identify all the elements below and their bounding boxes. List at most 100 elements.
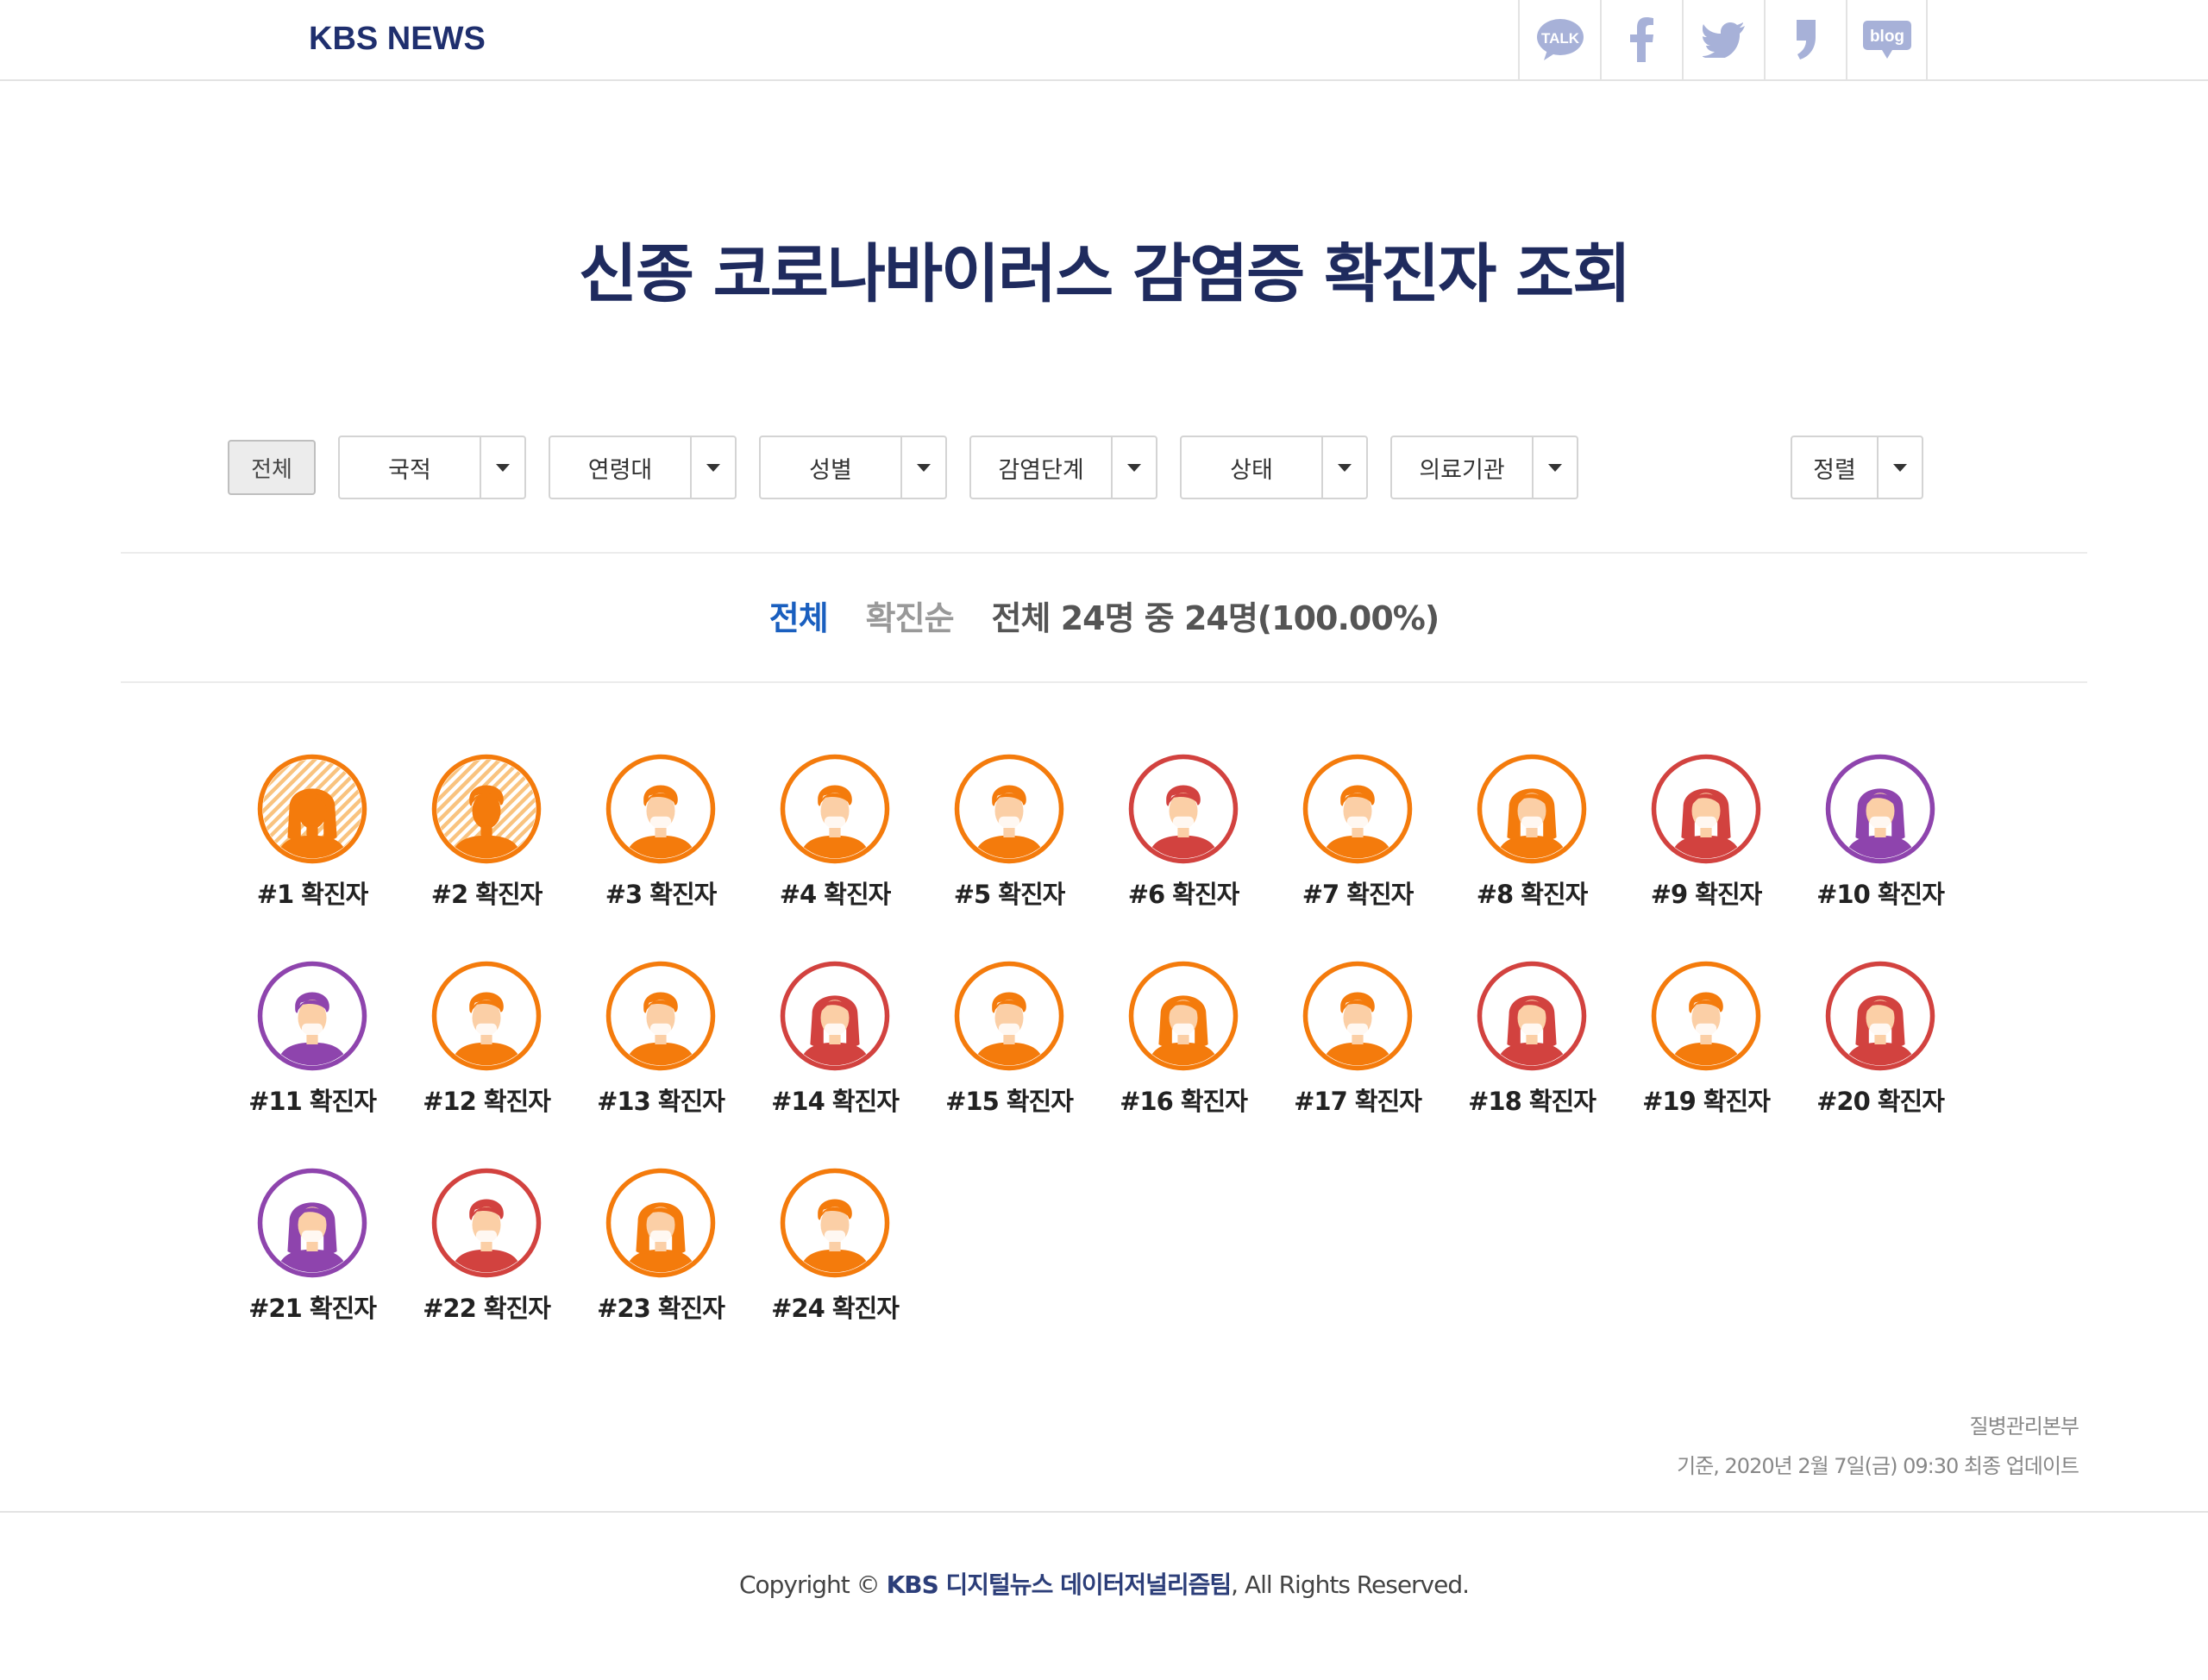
divider: [121, 552, 2087, 554]
patient-avatar-icon: [1825, 754, 1935, 864]
patient-card[interactable]: #9 확진자: [1620, 752, 1792, 911]
patient-label: #11 확진자: [248, 1087, 377, 1116]
age-group-dropdown[interactable]: 연령대: [549, 436, 737, 499]
sort-dropdown[interactable]: 정렬: [1791, 436, 1923, 499]
patient-avatar-icon: [257, 1168, 367, 1278]
caret-down-icon: [1548, 463, 1562, 472]
copyright: Copyright © KBS 디지털뉴스 데이터저널리즘팀, All Righ…: [0, 1566, 2208, 1601]
blog-icon: blog: [1862, 21, 1911, 59]
twitter-icon: [1702, 22, 1745, 58]
status-dropdown[interactable]: 상태: [1180, 436, 1368, 499]
patient-label: #19 확진자: [1642, 1087, 1771, 1116]
patient-card[interactable]: #2 확진자: [400, 752, 573, 911]
patient-label: #23 확진자: [597, 1294, 725, 1323]
patient-card[interactable]: #17 확진자: [1271, 959, 1444, 1118]
hospital-dropdown[interactable]: 의료기관: [1390, 436, 1578, 499]
filter-bar: 전체 국적 연령대 성별 감염단계 상태 의료기관 정렬: [0, 433, 2208, 502]
gender-dropdown[interactable]: 성별: [759, 436, 947, 499]
patient-card[interactable]: #12 확진자: [400, 959, 573, 1118]
patient-avatar-icon: [1651, 961, 1761, 1071]
caret-down-icon: [917, 463, 931, 472]
dropdown-toggle[interactable]: [1532, 437, 1577, 498]
patient-card[interactable]: #18 확진자: [1446, 959, 1618, 1118]
patient-card[interactable]: #8 확진자: [1446, 752, 1618, 911]
patient-avatar-icon: [431, 961, 542, 1071]
facebook-icon: [1629, 17, 1653, 62]
result-summary: 전체 확진순 전체 24명 중 24명(100.00%): [0, 592, 2208, 639]
footer-divider: [0, 1511, 2208, 1513]
facebook-share-button[interactable]: [1600, 0, 1682, 79]
patient-card[interactable]: #15 확진자: [923, 959, 1095, 1118]
data-source[interactable]: 질병관리본부: [1970, 1409, 2079, 1439]
kbs-news-logo[interactable]: KBS NEWS: [309, 21, 486, 58]
dropdown-toggle[interactable]: [690, 437, 735, 498]
patient-card[interactable]: #14 확진자: [749, 959, 921, 1118]
order-label[interactable]: 확진순: [866, 599, 955, 637]
patient-avatar-icon: [954, 754, 1064, 864]
dropdown-label: 연령대: [587, 456, 653, 484]
kakaostory-icon: [1796, 20, 1816, 60]
patient-avatar-icon: [780, 1168, 890, 1278]
patient-card[interactable]: #3 확진자: [574, 752, 747, 911]
patient-card[interactable]: #4 확진자: [749, 752, 921, 911]
infection-stage-dropdown[interactable]: 감염단계: [969, 436, 1157, 499]
patient-card[interactable]: #19 확진자: [1620, 959, 1792, 1118]
page-title: 신종 코로나바이러스 감염증 확진자 조회: [578, 237, 1631, 311]
patient-card[interactable]: #22 확진자: [400, 1166, 573, 1325]
patient-avatar-icon: [605, 1168, 716, 1278]
patient-avatar-icon: [605, 961, 716, 1071]
patient-label: #20 확진자: [1816, 1087, 1945, 1116]
patient-avatar-icon: [1128, 754, 1239, 864]
patient-card[interactable]: #10 확진자: [1794, 752, 1966, 911]
nationality-dropdown[interactable]: 국적: [338, 436, 526, 499]
twitter-share-button[interactable]: [1682, 0, 1764, 79]
caret-down-icon: [1338, 463, 1352, 472]
patient-label: #17 확진자: [1294, 1087, 1422, 1116]
dropdown-label: 상태: [1230, 456, 1273, 484]
update-time: 기준, 2020년 2월 7일(금) 09:30 최종 업데이트: [1677, 1454, 2079, 1478]
patient-card[interactable]: #7 확진자: [1271, 752, 1444, 911]
patient-card[interactable]: #13 확진자: [574, 959, 747, 1118]
patient-card[interactable]: #1 확진자: [226, 752, 398, 911]
patient-label: #22 확진자: [423, 1294, 551, 1323]
patient-avatar-icon: [1302, 961, 1413, 1071]
patient-card[interactable]: #6 확진자: [1097, 752, 1270, 911]
dropdown-toggle[interactable]: [1111, 437, 1156, 498]
patient-label: #2 확진자: [430, 880, 543, 909]
patient-label: #14 확진자: [771, 1087, 900, 1116]
count-text: 전체 24명 중 24명(100.00%): [991, 599, 1440, 637]
caret-down-icon: [1127, 463, 1141, 472]
blog-share-button[interactable]: blog: [1846, 0, 1928, 79]
patient-avatar-icon: [1651, 754, 1761, 864]
patient-card[interactable]: #5 확진자: [923, 752, 1095, 911]
patient-label: #1 확진자: [256, 880, 369, 909]
svg-text:TALK: TALK: [1540, 30, 1579, 47]
kakaotalk-icon: TALK: [1536, 19, 1584, 60]
patient-card[interactable]: #11 확진자: [226, 959, 398, 1118]
dropdown-toggle[interactable]: [480, 437, 524, 498]
patient-label: #10 확진자: [1816, 880, 1945, 909]
patient-card[interactable]: #16 확진자: [1097, 959, 1270, 1118]
copyright-suffix: , All Rights Reserved.: [1231, 1570, 1470, 1599]
patient-avatar-icon: [1825, 961, 1935, 1071]
patient-label: #24 확진자: [771, 1294, 900, 1323]
patient-avatar-icon: [780, 754, 890, 864]
patient-card[interactable]: #23 확진자: [574, 1166, 747, 1325]
patient-avatar-icon: [780, 961, 890, 1071]
patient-label: #18 확진자: [1468, 1087, 1596, 1116]
copyright-prefix: Copyright ©: [738, 1570, 881, 1599]
dropdown-toggle[interactable]: [1877, 437, 1922, 498]
dropdown-toggle[interactable]: [900, 437, 945, 498]
caret-down-icon: [496, 463, 510, 472]
view-mode-label[interactable]: 전체: [769, 599, 829, 637]
filter-all-button[interactable]: 전체: [228, 440, 316, 495]
patient-avatar-icon: [431, 754, 542, 864]
patient-card[interactable]: #20 확진자: [1794, 959, 1966, 1118]
patient-card[interactable]: #24 확진자: [749, 1166, 921, 1325]
patient-avatar-icon: [1128, 961, 1239, 1071]
dropdown-toggle[interactable]: [1321, 437, 1366, 498]
patient-card[interactable]: #21 확진자: [226, 1166, 398, 1325]
kakaostory-share-button[interactable]: [1764, 0, 1846, 79]
kakaotalk-share-button[interactable]: TALK: [1518, 0, 1600, 79]
patient-avatar-icon: [257, 754, 367, 864]
